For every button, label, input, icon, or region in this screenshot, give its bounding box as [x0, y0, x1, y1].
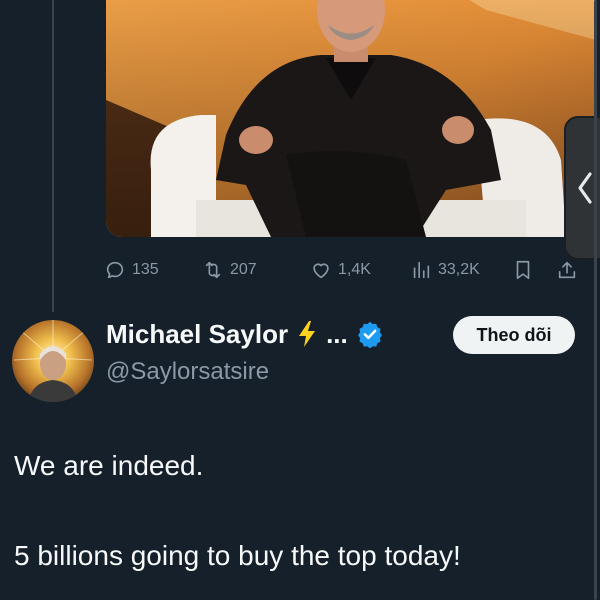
lightning-bolt-icon [299, 321, 316, 347]
verified-badge-icon [357, 321, 382, 348]
bookmark-button[interactable] [512, 256, 534, 284]
tweet-media-photo[interactable] [106, 0, 596, 237]
name-ellipsis: ... [326, 318, 348, 349]
retweet-button[interactable]: 207 [202, 256, 257, 284]
heart-icon [313, 263, 329, 279]
author-name-row[interactable]: Michael Saylor ... [106, 316, 384, 352]
scrollbar[interactable] [594, 0, 597, 600]
bookmark-icon [516, 260, 530, 280]
view-count: 33,2K [438, 261, 480, 278]
thread-connector-line [52, 0, 54, 312]
share-icon [558, 261, 576, 279]
tweet-text-line-2: 5 billions going to buy the top today! [14, 540, 461, 571]
like-button[interactable]: 1,4K [310, 256, 371, 284]
reply-count: 135 [132, 261, 159, 278]
author-handle[interactable]: @Saylorsatsire [106, 358, 269, 386]
avatar-image [12, 320, 94, 402]
like-count: 1,4K [338, 261, 371, 278]
chevron-left-icon [578, 172, 592, 204]
author-name: Michael Saylor [106, 318, 289, 349]
tweet-text-line-1: We are indeed. [14, 450, 204, 481]
share-button[interactable] [556, 256, 578, 284]
reply-icon [106, 261, 124, 279]
retweet-icon [205, 261, 221, 279]
tweet-action-bar: 135 207 1,4K 33,2K [104, 256, 590, 284]
follow-button[interactable]: Theo dõi [453, 316, 575, 354]
views-chart-icon [413, 261, 430, 279]
reply-button[interactable]: 135 [104, 256, 159, 284]
photo-image [106, 0, 596, 237]
views-button[interactable]: 33,2K [410, 256, 480, 284]
retweet-count: 207 [230, 261, 257, 278]
author-avatar[interactable] [12, 320, 94, 402]
